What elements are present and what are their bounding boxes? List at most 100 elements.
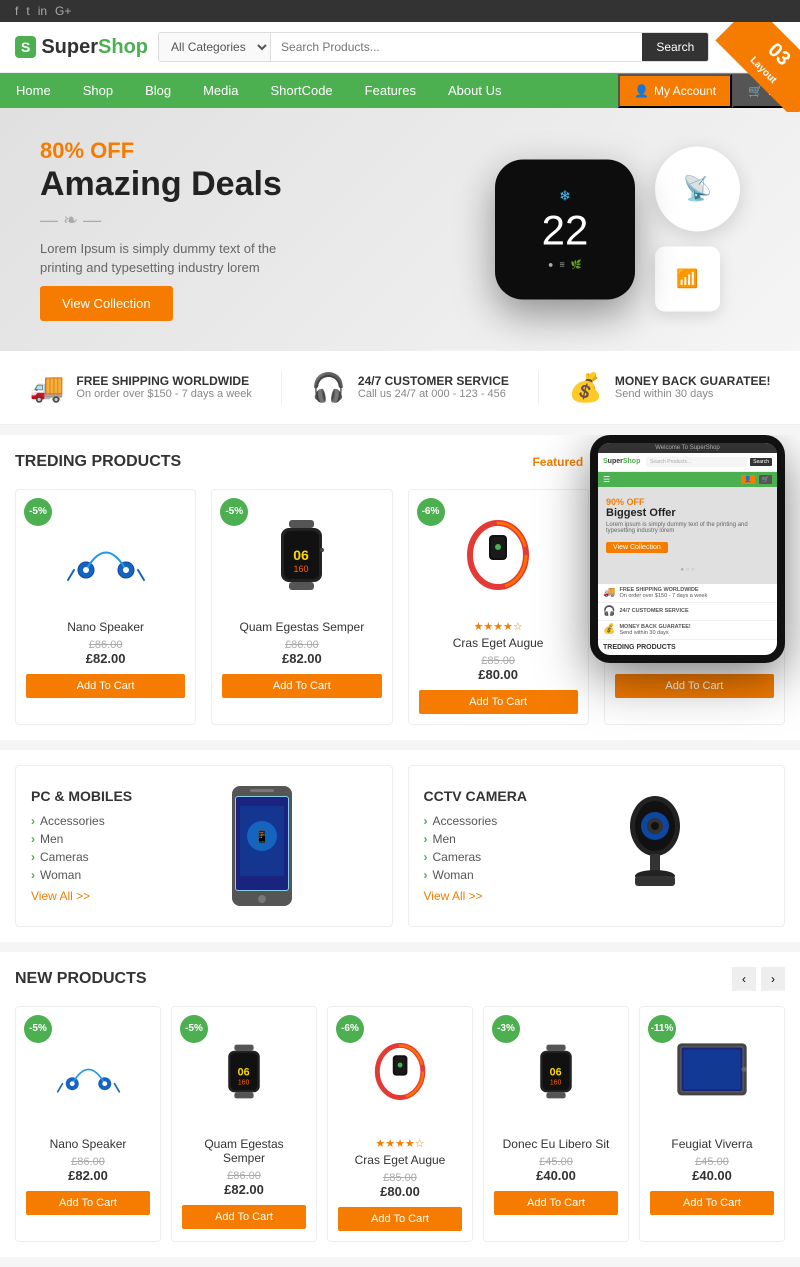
pc-item-0: Accessories <box>31 812 132 830</box>
product-price-new-1: £82.00 <box>222 651 381 666</box>
new-product-badge-0: -5% <box>24 1015 52 1043</box>
feature-service: 🎧 24/7 CUSTOMER SERVICE Call us 24/7 at … <box>311 371 509 404</box>
facebook-icon[interactable]: f <box>15 4 18 18</box>
pc-mobiles-list: Accessories Men Cameras Woman <box>31 812 132 884</box>
new-product-price-old-4: £45.00 <box>650 1156 774 1168</box>
svg-text:06: 06 <box>294 547 310 563</box>
feature-guarantee: 💰 MONEY BACK GUARATEE! Send within 30 da… <box>568 371 770 404</box>
new-product-price-new-0: £82.00 <box>26 1168 150 1183</box>
pc-item-3: Woman <box>31 866 132 884</box>
cctv-item-0: Accessories <box>424 812 527 830</box>
google-plus-icon[interactable]: G+ <box>55 4 71 18</box>
logo-text: SuperShop <box>41 36 148 59</box>
category-pc-mobiles: PC & MOBILES Accessories Men Cameras Wom… <box>15 765 393 927</box>
product-price-old-0: £86.00 <box>26 639 185 651</box>
pc-item-2: Cameras <box>31 848 132 866</box>
guarantee-desc: Send within 30 days <box>615 388 771 400</box>
watch-svg: 06 160 <box>269 515 334 595</box>
twitter-icon[interactable]: t <box>26 4 29 18</box>
new-product-price-old-2: £85.00 <box>338 1172 462 1184</box>
hero-title: Amazing Deals <box>40 164 300 205</box>
phone-topbar: Welcome To SuperShop <box>598 443 777 453</box>
cctv-item-2: Cameras <box>424 848 527 866</box>
service-icon: 🎧 <box>311 371 346 404</box>
trending-title: TREDING PRODUCTS <box>15 453 181 471</box>
svg-text:160: 160 <box>294 564 309 574</box>
pc-view-all[interactable]: View All >> <box>31 889 132 903</box>
product-card-2: -6% ★★★★☆ Cras Eget Augue £85.00 £80.00 … <box>408 489 589 725</box>
cctv-item-1: Men <box>424 830 527 848</box>
new-products-prev[interactable]: ‹ <box>732 967 756 991</box>
hero-divider: — ❧ — <box>40 210 300 231</box>
feature-shipping: 🚚 FREE SHIPPING WORLDWIDE On order over … <box>30 371 252 404</box>
hero-content: 80% OFF Amazing Deals — ❧ — Lorem Ipsum … <box>0 108 340 351</box>
nav-shortcode[interactable]: ShortCode <box>255 73 349 108</box>
new-add-to-cart-4[interactable]: Add To Cart <box>650 1191 774 1215</box>
new-product-badge-4: -11% <box>648 1015 676 1043</box>
new-watch-svg: 06 160 <box>219 1039 269 1104</box>
account-icon: 👤 <box>634 84 649 98</box>
logo-icon: S <box>15 36 36 58</box>
new-products-header: NEW PRODUCTS ‹ › <box>15 967 785 991</box>
search-input[interactable] <box>271 33 642 61</box>
new-product-name-3: Donec Eu Libero Sit <box>494 1137 618 1151</box>
phone-hero-btn[interactable]: View Collection <box>606 542 668 553</box>
router-device: 📶 <box>655 247 720 312</box>
search-button[interactable]: Search <box>642 33 708 61</box>
hero-section: 80% OFF Amazing Deals — ❧ — Lorem Ipsum … <box>0 108 800 351</box>
cctv-title: CCTV CAMERA <box>424 788 527 804</box>
top-bar: f t in G+ <box>0 0 800 22</box>
new-add-to-cart-0[interactable]: Add To Cart <box>26 1191 150 1215</box>
pc-item-1: Men <box>31 830 132 848</box>
phone-nav: ☰ 👤 🛒 <box>598 472 777 487</box>
cctv-item-3: Woman <box>424 866 527 884</box>
add-to-cart-1[interactable]: Add To Cart <box>222 674 381 698</box>
cctv-list: Accessories Men Cameras Woman <box>424 812 527 884</box>
product-price-new-0: £82.00 <box>26 651 185 666</box>
product-price-new-2: £80.00 <box>419 667 578 682</box>
new-add-to-cart-3[interactable]: Add To Cart <box>494 1191 618 1215</box>
product-badge-1: -5% <box>220 498 248 526</box>
nav-media[interactable]: Media <box>187 73 254 108</box>
service-desc: Call us 24/7 at 000 - 123 - 456 <box>358 388 509 400</box>
product-card-1: -5% 06 160 Quam Egestas Semper £86.00 £8… <box>211 489 392 725</box>
add-to-cart-3[interactable]: Add To Cart <box>615 674 774 698</box>
nav-blog[interactable]: Blog <box>129 73 187 108</box>
new-add-to-cart-1[interactable]: Add To Cart <box>182 1205 306 1229</box>
logo: S SuperShop <box>15 36 148 59</box>
phone-section-title: TREDING PRODUCTS <box>598 640 777 655</box>
new-product-price-new-1: £82.00 <box>182 1182 306 1197</box>
trending-section: TREDING PRODUCTS Featured | Special | Be… <box>0 435 800 740</box>
new-products-section: NEW PRODUCTS ‹ › -5% Nano Speaker <box>0 952 800 1257</box>
shipping-title: FREE SHIPPING WORLDWIDE <box>76 374 251 388</box>
device-icon: ❄ <box>559 188 571 205</box>
cctv-view-all[interactable]: View All >> <box>424 889 527 903</box>
tablet-svg <box>672 1039 752 1104</box>
linkedin-icon[interactable]: in <box>38 4 47 18</box>
new-product-price-new-3: £40.00 <box>494 1168 618 1183</box>
category-select[interactable]: All Categories <box>159 33 271 61</box>
new-product-badge-2: -6% <box>336 1015 364 1043</box>
new-product-price-old-0: £86.00 <box>26 1156 150 1168</box>
add-to-cart-0[interactable]: Add To Cart <box>26 674 185 698</box>
phone-screen: Welcome To SuperShop SuperShop Search Pr… <box>598 443 777 655</box>
phone-feature-service: 🎧 24/7 CUSTOMER SERVICE <box>598 603 777 621</box>
add-to-cart-2[interactable]: Add To Cart <box>419 690 578 714</box>
header: S SuperShop All Categories Search 📞 No..… <box>0 22 800 73</box>
new-product-card-4: -11% Feugiat Viverra £45.00 £40.00 Add T… <box>639 1006 785 1242</box>
nav-home[interactable]: Home <box>0 73 67 108</box>
nav-about[interactable]: About Us <box>432 73 517 108</box>
tab-featured[interactable]: Featured <box>532 455 583 469</box>
guarantee-title: MONEY BACK GUARATEE! <box>615 374 771 388</box>
view-collection-button[interactable]: View Collection <box>40 286 173 321</box>
bracelet-svg <box>461 515 536 595</box>
temp-display: 22 <box>542 210 589 252</box>
categories-grid: PC & MOBILES Accessories Men Cameras Wom… <box>15 765 785 927</box>
new-add-to-cart-2[interactable]: Add To Cart <box>338 1207 462 1231</box>
new-products-next[interactable]: › <box>761 967 785 991</box>
new-product-price-old-1: £86.00 <box>182 1170 306 1182</box>
new-product-name-0: Nano Speaker <box>26 1137 150 1151</box>
nav-features[interactable]: Features <box>349 73 432 108</box>
new-product-card-0: -5% Nano Speaker £86.00 £82.00 Add To Ca… <box>15 1006 161 1242</box>
nav-shop[interactable]: Shop <box>67 73 129 108</box>
